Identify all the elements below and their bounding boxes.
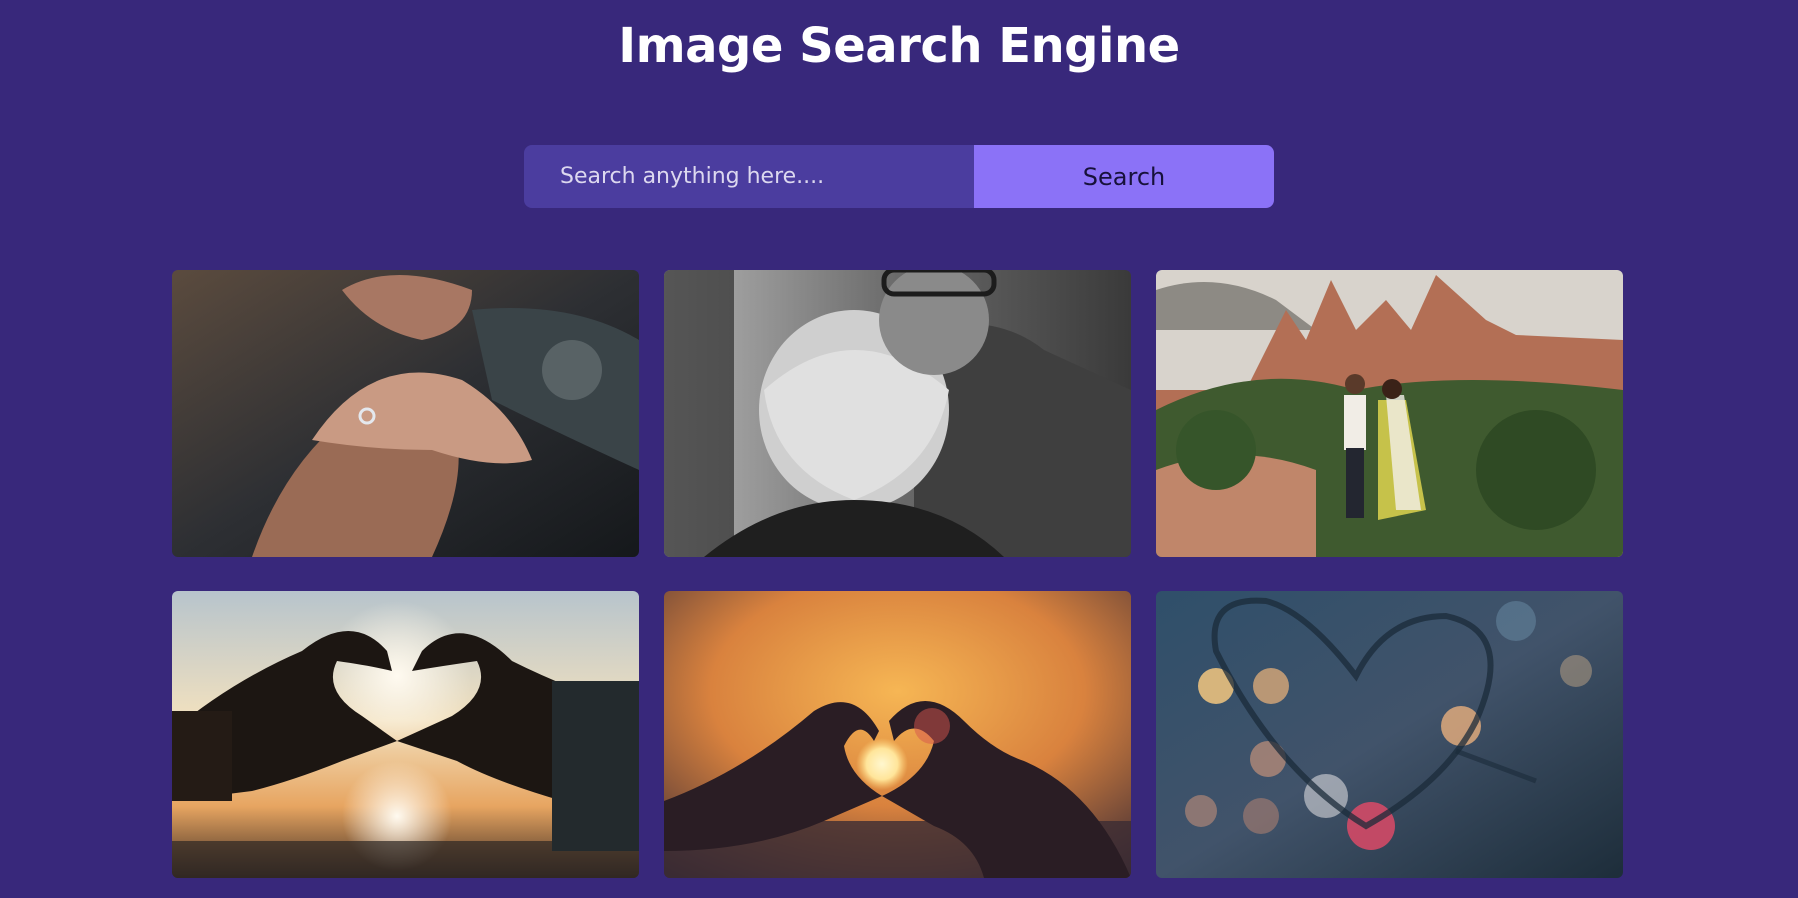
couple-in-mountains-photo — [1156, 270, 1623, 557]
result-image-heart-hands-sunset[interactable] — [172, 591, 639, 878]
heart-bokeh-window-photo — [1156, 591, 1623, 878]
hands-with-ring-photo — [172, 270, 639, 557]
elderly-couple-photo — [664, 270, 1131, 557]
search-button[interactable]: Search — [974, 145, 1274, 208]
search-form: Search — [524, 145, 1274, 208]
result-image-heart-bokeh-window[interactable] — [1156, 591, 1623, 878]
result-image-hands-with-ring[interactable] — [172, 270, 639, 557]
result-image-heart-hands-sun[interactable] — [664, 591, 1131, 878]
heart-hands-sunset-photo — [172, 591, 639, 878]
result-image-couple-in-mountains[interactable] — [1156, 270, 1623, 557]
page-title: Image Search Engine — [618, 18, 1180, 74]
search-input[interactable] — [524, 145, 974, 208]
result-image-elderly-couple-bw[interactable] — [664, 270, 1131, 557]
image-results-grid — [172, 270, 1625, 878]
heart-hands-sun-photo — [664, 591, 1131, 878]
